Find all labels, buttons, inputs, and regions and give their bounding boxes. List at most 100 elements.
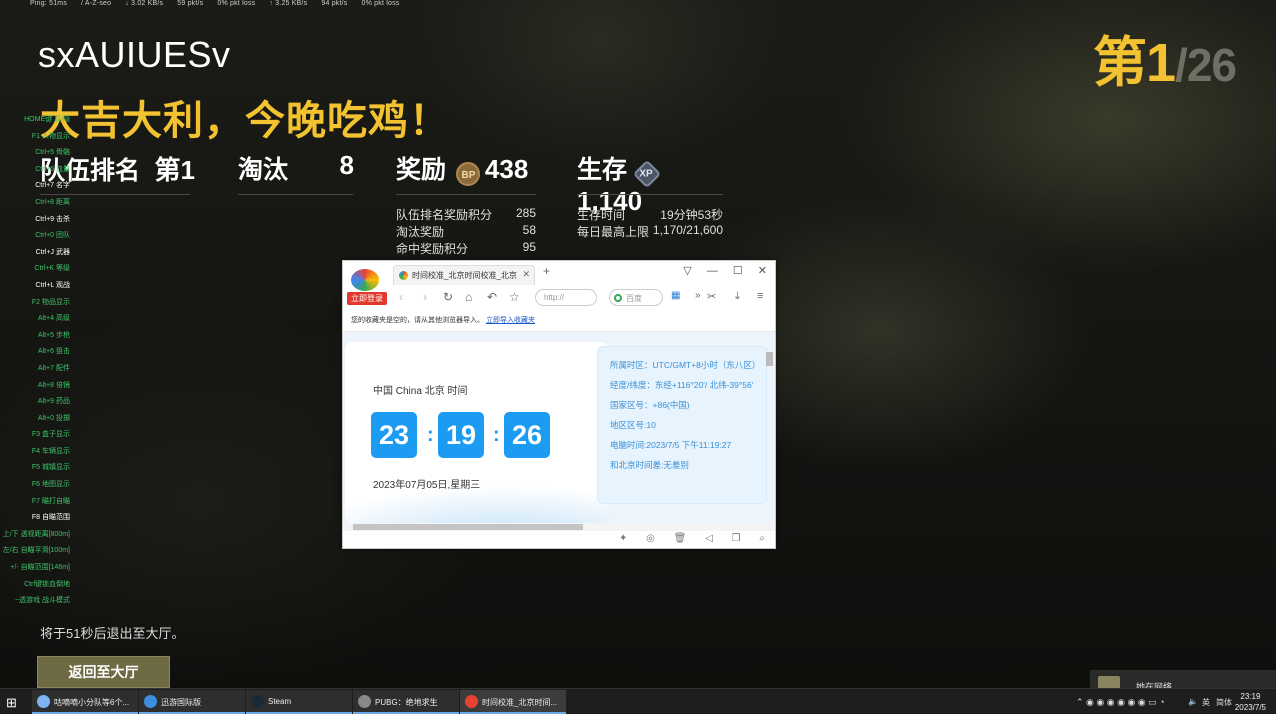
vertical-scrollbar[interactable] — [766, 352, 773, 366]
app-label: 时间校准_北京时间... — [482, 698, 558, 707]
speaker-icon[interactable]: ◁ — [705, 533, 713, 544]
scissors-icon[interactable]: ✂ — [707, 290, 716, 303]
skin-icon[interactable]: ▽ — [683, 265, 691, 277]
browser-toolbar: ‹ › ↻ ⌂ ↶ ☆ http:// 百度 ▦ » ✂ ⤓ ≡ — [395, 287, 775, 309]
tab-title: 时间校准_北京时间校准_北京 — [412, 271, 517, 280]
colon: : — [493, 424, 500, 446]
windows-start-icon[interactable]: ⊞ — [6, 695, 17, 711]
app-label: 迅游国际版 — [161, 698, 201, 707]
undo-icon[interactable]: ↶ — [487, 290, 497, 304]
hotkey-item: F8 自瞄范围 — [31, 514, 70, 522]
hotkey-item: F5 城镇显示 — [31, 464, 70, 472]
apps-grid-icon[interactable]: ▦ — [671, 290, 680, 301]
colon: : — [427, 424, 434, 446]
download-icon[interactable]: ⤓ — [735, 290, 740, 303]
forward-icon[interactable]: › — [423, 290, 427, 304]
browser-window: 时间校准_北京时间校准_北京 ✕ + ▽ — ☐ ✕ 立即登录 ‹ › ↻ ⌂ … — [342, 260, 776, 549]
close-tab-icon[interactable]: ✕ — [522, 269, 530, 280]
back-icon[interactable]: ‹ — [399, 290, 403, 304]
game-result-screen: Ping: 51ms / A-Z-seo ↓ 3.02 KB/s 59 pkt/s 0%… — [0, 0, 1276, 714]
hotkey-item: Alt+4 高级 — [37, 315, 70, 323]
hotkey-item: Ctrl+L 观战 — [35, 281, 70, 289]
info-line: 地区区号:10 — [610, 420, 656, 430]
ime-font[interactable]: 简体 — [1216, 697, 1232, 708]
reward-breakdown: 队伍排名奖励积分 285 淘汰奖励 58 命中奖励积分 95 — [396, 206, 536, 257]
hotkey-item: Alt+9 药品 — [37, 398, 70, 406]
window-icon[interactable]: ❐ — [732, 533, 741, 544]
login-button[interactable]: 立即登录 — [347, 292, 387, 305]
system-clock[interactable]: 23:19 2023/7/5 — [1235, 691, 1266, 713]
minimize-button[interactable]: — — [707, 265, 718, 277]
ime-lang[interactable]: 英 — [1202, 697, 1210, 708]
browser-logo-icon[interactable] — [351, 269, 379, 291]
net-stat: 0% pkt loss — [361, 0, 400, 7]
new-tab-button[interactable]: + — [543, 264, 550, 278]
favorites-empty-text: 您的收藏夹是空的，请从其他浏览器导入。 — [351, 317, 484, 324]
maximize-button[interactable]: ☐ — [733, 265, 743, 277]
row-label: 每日最高上限 — [577, 225, 650, 239]
taskbar-app-item[interactable]: PUBG：绝地求生 — [353, 690, 459, 714]
hotkey-item: Ctrl+K 等级 — [34, 265, 70, 273]
app-icon — [37, 695, 50, 708]
network-stats: Ping: 51ms / A-Z-seo ↓ 3.02 KB/s 59 pkt/s 0%… — [30, 0, 413, 7]
hotkey-item: Alt+7 配件 — [37, 364, 70, 372]
close-window-button[interactable]: ✕ — [758, 265, 767, 277]
team-rank-value: 第1 — [154, 155, 195, 185]
hotkey-item: Alt+8 倍镜 — [37, 381, 70, 389]
region-label: 中国 China 北京 时间 — [373, 386, 468, 397]
menu-icon[interactable]: ≡ — [757, 290, 763, 302]
scroll-thumb[interactable] — [353, 524, 583, 530]
app-icon — [358, 695, 371, 708]
return-lobby-button[interactable]: 返回至大厅 — [37, 656, 170, 688]
info-line: 国家区号：+86(中国) — [610, 400, 690, 410]
search-box[interactable]: 百度 — [609, 289, 663, 306]
home-icon[interactable]: ⌂ — [465, 290, 472, 304]
hotkey-item: Alt+6 狙击 — [37, 348, 70, 356]
clock-time: 23:19 — [1240, 692, 1261, 701]
app-label: Steam — [268, 697, 292, 706]
hotkey-item: Ctrl+7 名字 — [35, 182, 70, 190]
clock-date: 2023/7/5 — [1234, 703, 1266, 712]
hotkey-item: Alt+0 投掷 — [37, 414, 70, 422]
browser-tab[interactable]: 时间校准_北京时间校准_北京 ✕ — [393, 265, 535, 285]
taskbar-app-item[interactable]: 时间校准_北京时间... — [460, 690, 566, 714]
hour-box: 23 — [371, 412, 417, 458]
shield-icon[interactable]: ◎ — [646, 533, 655, 544]
cleanup-icon[interactable]: ✦ — [619, 533, 627, 544]
xp-icon: XP — [633, 159, 662, 188]
reward-stat: 奖励 BP 438 — [396, 150, 536, 186]
divider — [396, 194, 536, 195]
hotkey-item: F7 瞄打自瞄 — [31, 497, 70, 505]
address-bar[interactable]: http:// — [535, 289, 597, 306]
search-engine-icon — [614, 294, 622, 302]
favorite-star-icon[interactable]: ☆ — [509, 290, 520, 304]
info-line: 经度/纬度：东经+116°20'/ 北纬-39°56' — [610, 380, 754, 390]
app-label: 咕嘀嘀小分队等6个... — [54, 698, 130, 707]
taskbar-app-item[interactable]: Steam — [246, 690, 352, 714]
hotkey-item: ~透游戏 战斗模式 — [14, 597, 70, 605]
tray-icons[interactable]: ⌃ ◉ ◉ ◉ ◉ ◉ ◉ ▭ ◔ — [1076, 697, 1165, 708]
taskbar-app-item[interactable]: 咕嘀嘀小分队等6个... — [32, 690, 138, 714]
favorites-bar: 您的收藏夹是空的，请从其他浏览器导入。 立即导入收藏夹 — [351, 315, 535, 325]
trash-icon[interactable]: 🗑 — [674, 533, 687, 544]
hotkey-item: 左/右 自瞄平滑[100m] — [2, 547, 70, 555]
app-icon — [465, 695, 478, 708]
minute-box: 19 — [438, 412, 484, 458]
hotkey-item: F6 地图显示 — [31, 481, 70, 489]
horizontal-scrollbar[interactable] — [343, 523, 775, 531]
net-stat: 59 pkt/s — [177, 0, 204, 7]
volume-icon[interactable]: 🔈 — [1188, 697, 1198, 706]
hotkey-item: F2 物品显示 — [31, 298, 70, 306]
hotkey-menu: HOME键 显/隐 F1 人物显示 Ctrl+5 骨骼 Ctrl+6 血量 Ctrl+7… — [0, 112, 70, 610]
row-value: 1,170/21,600 — [652, 223, 723, 237]
hotkey-item: HOME键 显/隐 — [24, 116, 70, 123]
hotkey-item: Ctrl+5 骨骼 — [35, 149, 70, 157]
taskbar-app-item[interactable]: 迅游国际版 — [139, 690, 245, 714]
divider — [238, 194, 353, 195]
more-icon[interactable]: » — [695, 290, 701, 301]
rank-display: 第1/26 — [1093, 18, 1237, 97]
info-line: 电脑时间:2023/7/5 下午11:19:27 — [610, 440, 732, 450]
import-favorites-link[interactable]: 立即导入收藏夹 — [486, 317, 535, 324]
zoom-icon[interactable]: ⌕ — [759, 533, 765, 544]
reload-icon[interactable]: ↻ — [443, 290, 453, 304]
